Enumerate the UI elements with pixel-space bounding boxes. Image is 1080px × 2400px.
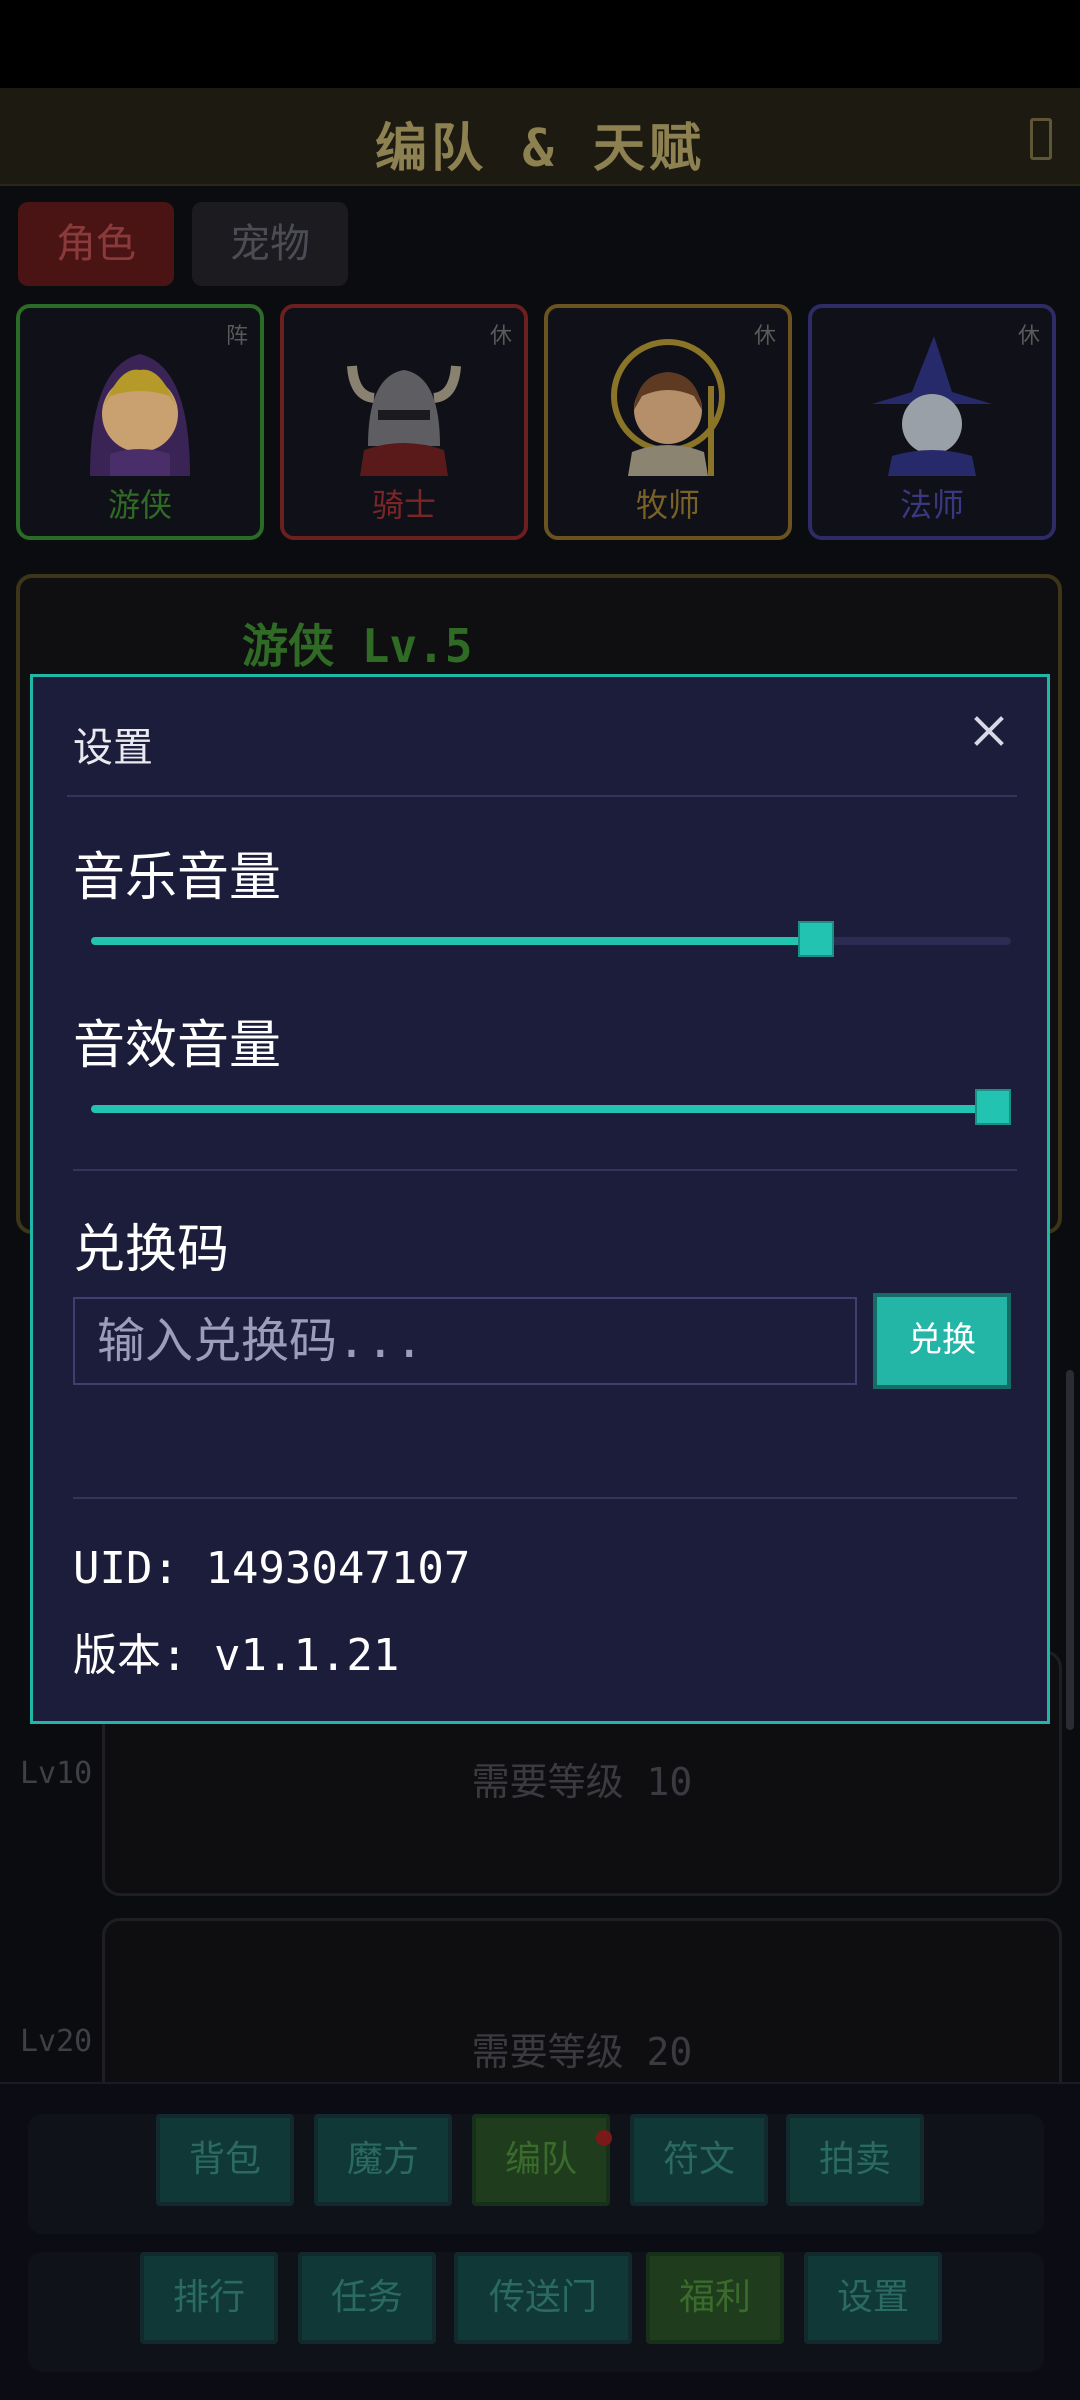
slider-fill [91,937,817,945]
nav-formation-button[interactable]: 编队 [472,2114,610,2206]
nav-settings-button[interactable]: 设置 [804,2252,942,2344]
modal-title: 设置 [73,725,153,771]
settings-modal: 设置 音乐音量 音效音量 兑换码 兑换 UID: 1493047107 版本: … [30,674,1050,1724]
knight-portrait-icon [347,365,461,476]
talent-requirement-text: 需要等级 10 [471,1760,693,1804]
rest-badge: 休 [489,324,512,349]
scrollbar[interactable] [1066,1370,1074,1730]
character-card-priest[interactable]: 休 牧师 [544,304,792,540]
nav-quest-button[interactable]: 任务 [298,2252,436,2344]
talent-requirement-text: 需要等级 20 [471,2030,693,2074]
sfx-volume-label: 音效音量 [73,1016,282,1076]
redeem-button[interactable]: 兑换 [873,1293,1011,1389]
talent-level-label: Lv10 [20,1756,93,1791]
bottom-navigation: 背包 魔方 编队 符文 拍卖 排行 任务 传送门 福利 设置 [0,2082,1080,2400]
character-name: 游侠 [107,486,172,524]
detail-character-title: 游侠 Lv.5 [242,619,473,673]
tab-role[interactable]: 角色 [18,202,174,286]
divider [73,1169,1017,1171]
character-card-knight[interactable]: 休 骑士 [280,304,528,540]
menu-icon[interactable] [1030,118,1052,160]
page-title: 编队 & 天赋 [375,119,705,179]
nav-row-primary: 背包 魔方 编队 符文 拍卖 [28,2114,1044,2234]
divider [73,1497,1017,1499]
nav-ranking-button[interactable]: 排行 [140,2252,278,2344]
slider-fill [91,1105,993,1113]
game-screen: 编队 & 天赋 角色 宠物 阵 游侠 休 骑士 休 牧师 休 法师 游侠 Lv.… [0,0,1080,2400]
version-text: 版本: v1.1.21 [73,1630,400,1681]
redeem-code-label: 兑换码 [73,1220,230,1280]
character-name: 牧师 [635,486,700,524]
nav-row-secondary: 排行 任务 传送门 福利 设置 [28,2252,1044,2372]
music-volume-label: 音乐音量 [73,848,282,908]
character-card-ranger[interactable]: 阵 游侠 [16,304,264,540]
top-header: 编队 & 天赋 [0,88,1080,186]
nav-cube-button[interactable]: 魔方 [314,2114,452,2206]
tab-pet[interactable]: 宠物 [192,202,348,286]
character-card-mage[interactable]: 休 法师 [808,304,1056,540]
close-icon[interactable] [965,707,1013,755]
nav-welfare-button[interactable]: 福利 [646,2252,784,2344]
uid-text: UID: 1493047107 [73,1543,471,1594]
nav-portal-button[interactable]: 传送门 [454,2252,632,2344]
nav-rune-button[interactable]: 符文 [630,2114,768,2206]
nav-auction-button[interactable]: 拍卖 [786,2114,924,2206]
team-badge: 阵 [225,324,248,349]
nav-bag-button[interactable]: 背包 [156,2114,294,2206]
notification-dot [596,2130,612,2146]
slider-thumb[interactable] [975,1089,1011,1125]
rest-badge: 休 [753,324,776,349]
slider-thumb[interactable] [798,921,835,957]
character-name: 法师 [899,486,964,524]
rest-badge: 休 [1017,324,1040,349]
priest-portrait-icon [611,339,725,476]
ranger-portrait-icon [90,354,190,476]
talent-level-label: Lv20 [20,2024,93,2059]
status-bar [0,0,1080,88]
character-name: 骑士 [371,486,436,524]
music-volume-slider[interactable] [91,921,1011,961]
sfx-volume-slider[interactable] [91,1089,1011,1129]
mage-portrait-icon [872,336,992,476]
divider [67,795,1017,797]
redeem-code-input[interactable] [73,1297,857,1385]
